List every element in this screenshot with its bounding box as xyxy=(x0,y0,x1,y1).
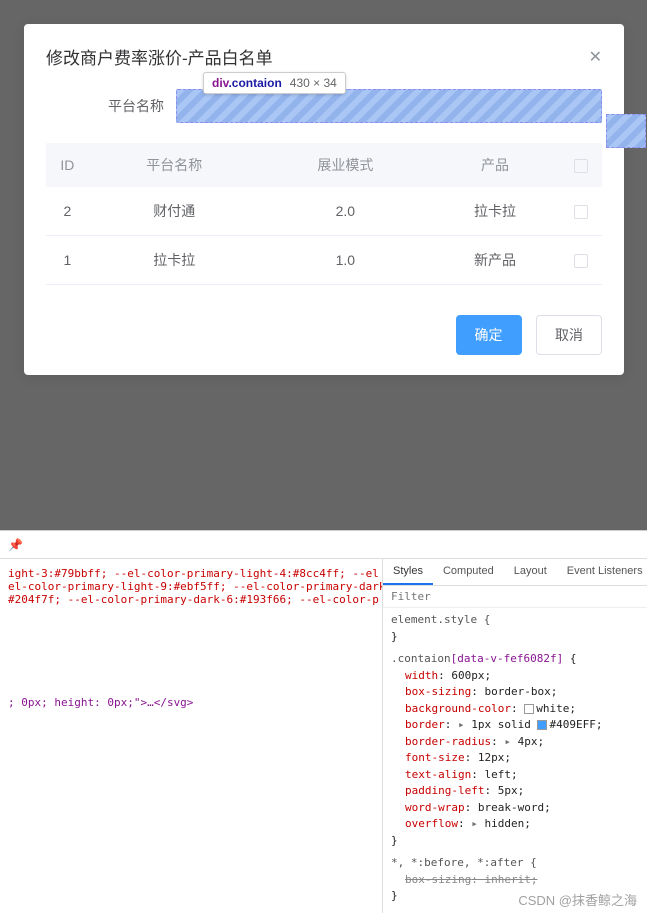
cell-id: 2 xyxy=(46,187,89,236)
color-swatch[interactable] xyxy=(537,720,547,730)
modal-header: 修改商户费率涨价-产品白名单 ✕ xyxy=(24,24,624,79)
table-row: 1 拉卡拉 1.0 新产品 xyxy=(46,236,602,285)
modal-title: 修改商户费率涨价-产品白名单 xyxy=(46,44,273,69)
col-id: ID xyxy=(46,143,89,187)
cell-platform: 拉卡拉 xyxy=(89,236,260,285)
close-icon[interactable]: ✕ xyxy=(589,47,602,67)
product-table: ID 平台名称 展业模式 产品 2 财付通 2.0 拉卡拉 1 拉卡拉 xyxy=(46,143,602,285)
cell-mode: 1.0 xyxy=(260,236,431,285)
rule-selector: .contaion[data-v-fef6082f] { xyxy=(391,651,639,668)
tab-events[interactable]: Event Listeners xyxy=(557,559,647,585)
elements-panel[interactable]: ight-3:#79bbff; --el-color-primary-light… xyxy=(0,559,382,913)
devtools-toolbar: 📌 xyxy=(0,531,647,559)
col-mode: 展业模式 xyxy=(260,143,431,187)
color-swatch[interactable] xyxy=(524,704,534,714)
devtools-panel: 📌 ight-3:#79bbff; --el-color-primary-lig… xyxy=(0,530,647,913)
watermark: CSDN @抹香鲸之海 xyxy=(518,890,637,909)
tab-computed[interactable]: Computed xyxy=(433,559,504,585)
code-line: ; 0px; height: 0px;">…</svg> xyxy=(8,696,193,709)
modal-dialog: 修改商户费率涨价-产品白名单 ✕ div.contaion 430 × 34 平台… xyxy=(24,24,624,375)
pin-icon[interactable]: 📌 xyxy=(8,538,23,552)
modal-body: div.contaion 430 × 34 平台名称 ID 平台名称 展业模式 产… xyxy=(24,79,624,305)
cell-product: 新产品 xyxy=(431,236,559,285)
rule-universal: *, *:before, *:after { xyxy=(391,855,639,872)
modal-footer: 确定 取消 xyxy=(24,305,624,375)
confirm-button[interactable]: 确定 xyxy=(456,315,522,355)
code-line: #204f7f; --el-color-primary-dark-6:#193f… xyxy=(8,593,379,606)
cell-platform: 财付通 xyxy=(89,187,260,236)
col-check xyxy=(559,143,602,187)
cell-product: 拉卡拉 xyxy=(431,187,559,236)
checkbox-row[interactable] xyxy=(574,254,588,268)
form-label-platform: 平台名称 xyxy=(46,96,176,116)
rule-element-style: element.style { xyxy=(391,612,639,629)
table-row: 2 财付通 2.0 拉卡拉 xyxy=(46,187,602,236)
tab-layout[interactable]: Layout xyxy=(504,559,557,585)
inspected-element-highlight[interactable] xyxy=(176,89,602,123)
tooltip-class: .contaion xyxy=(228,76,281,90)
col-product: 产品 xyxy=(431,143,559,187)
tooltip-tag: div xyxy=(212,76,228,90)
devtools-main: ight-3:#79bbff; --el-color-primary-light… xyxy=(0,559,647,913)
col-platform: 平台名称 xyxy=(89,143,260,187)
cell-id: 1 xyxy=(46,236,89,285)
tooltip-dimensions: 430 × 34 xyxy=(290,76,337,90)
code-line: el-color-primary-light-9:#ebf5ff; --el-c… xyxy=(8,580,382,593)
tab-styles[interactable]: Styles xyxy=(383,559,433,585)
cell-mode: 2.0 xyxy=(260,187,431,236)
devtools-tabs: Styles Computed Layout Event Listeners xyxy=(383,559,647,586)
code-line: ight-3:#79bbff; --el-color-primary-light… xyxy=(8,567,379,580)
inspector-tooltip: div.contaion 430 × 34 xyxy=(203,72,346,94)
styles-panel: Styles Computed Layout Event Listeners e… xyxy=(382,559,647,913)
styles-content[interactable]: element.style { } .contaion[data-v-fef60… xyxy=(383,608,647,913)
filter-row xyxy=(383,586,647,608)
checkbox-all[interactable] xyxy=(574,159,588,173)
checkbox-row[interactable] xyxy=(574,205,588,219)
filter-input[interactable] xyxy=(383,586,647,607)
cancel-button[interactable]: 取消 xyxy=(536,315,602,355)
form-row-platform: 平台名称 xyxy=(46,89,602,123)
